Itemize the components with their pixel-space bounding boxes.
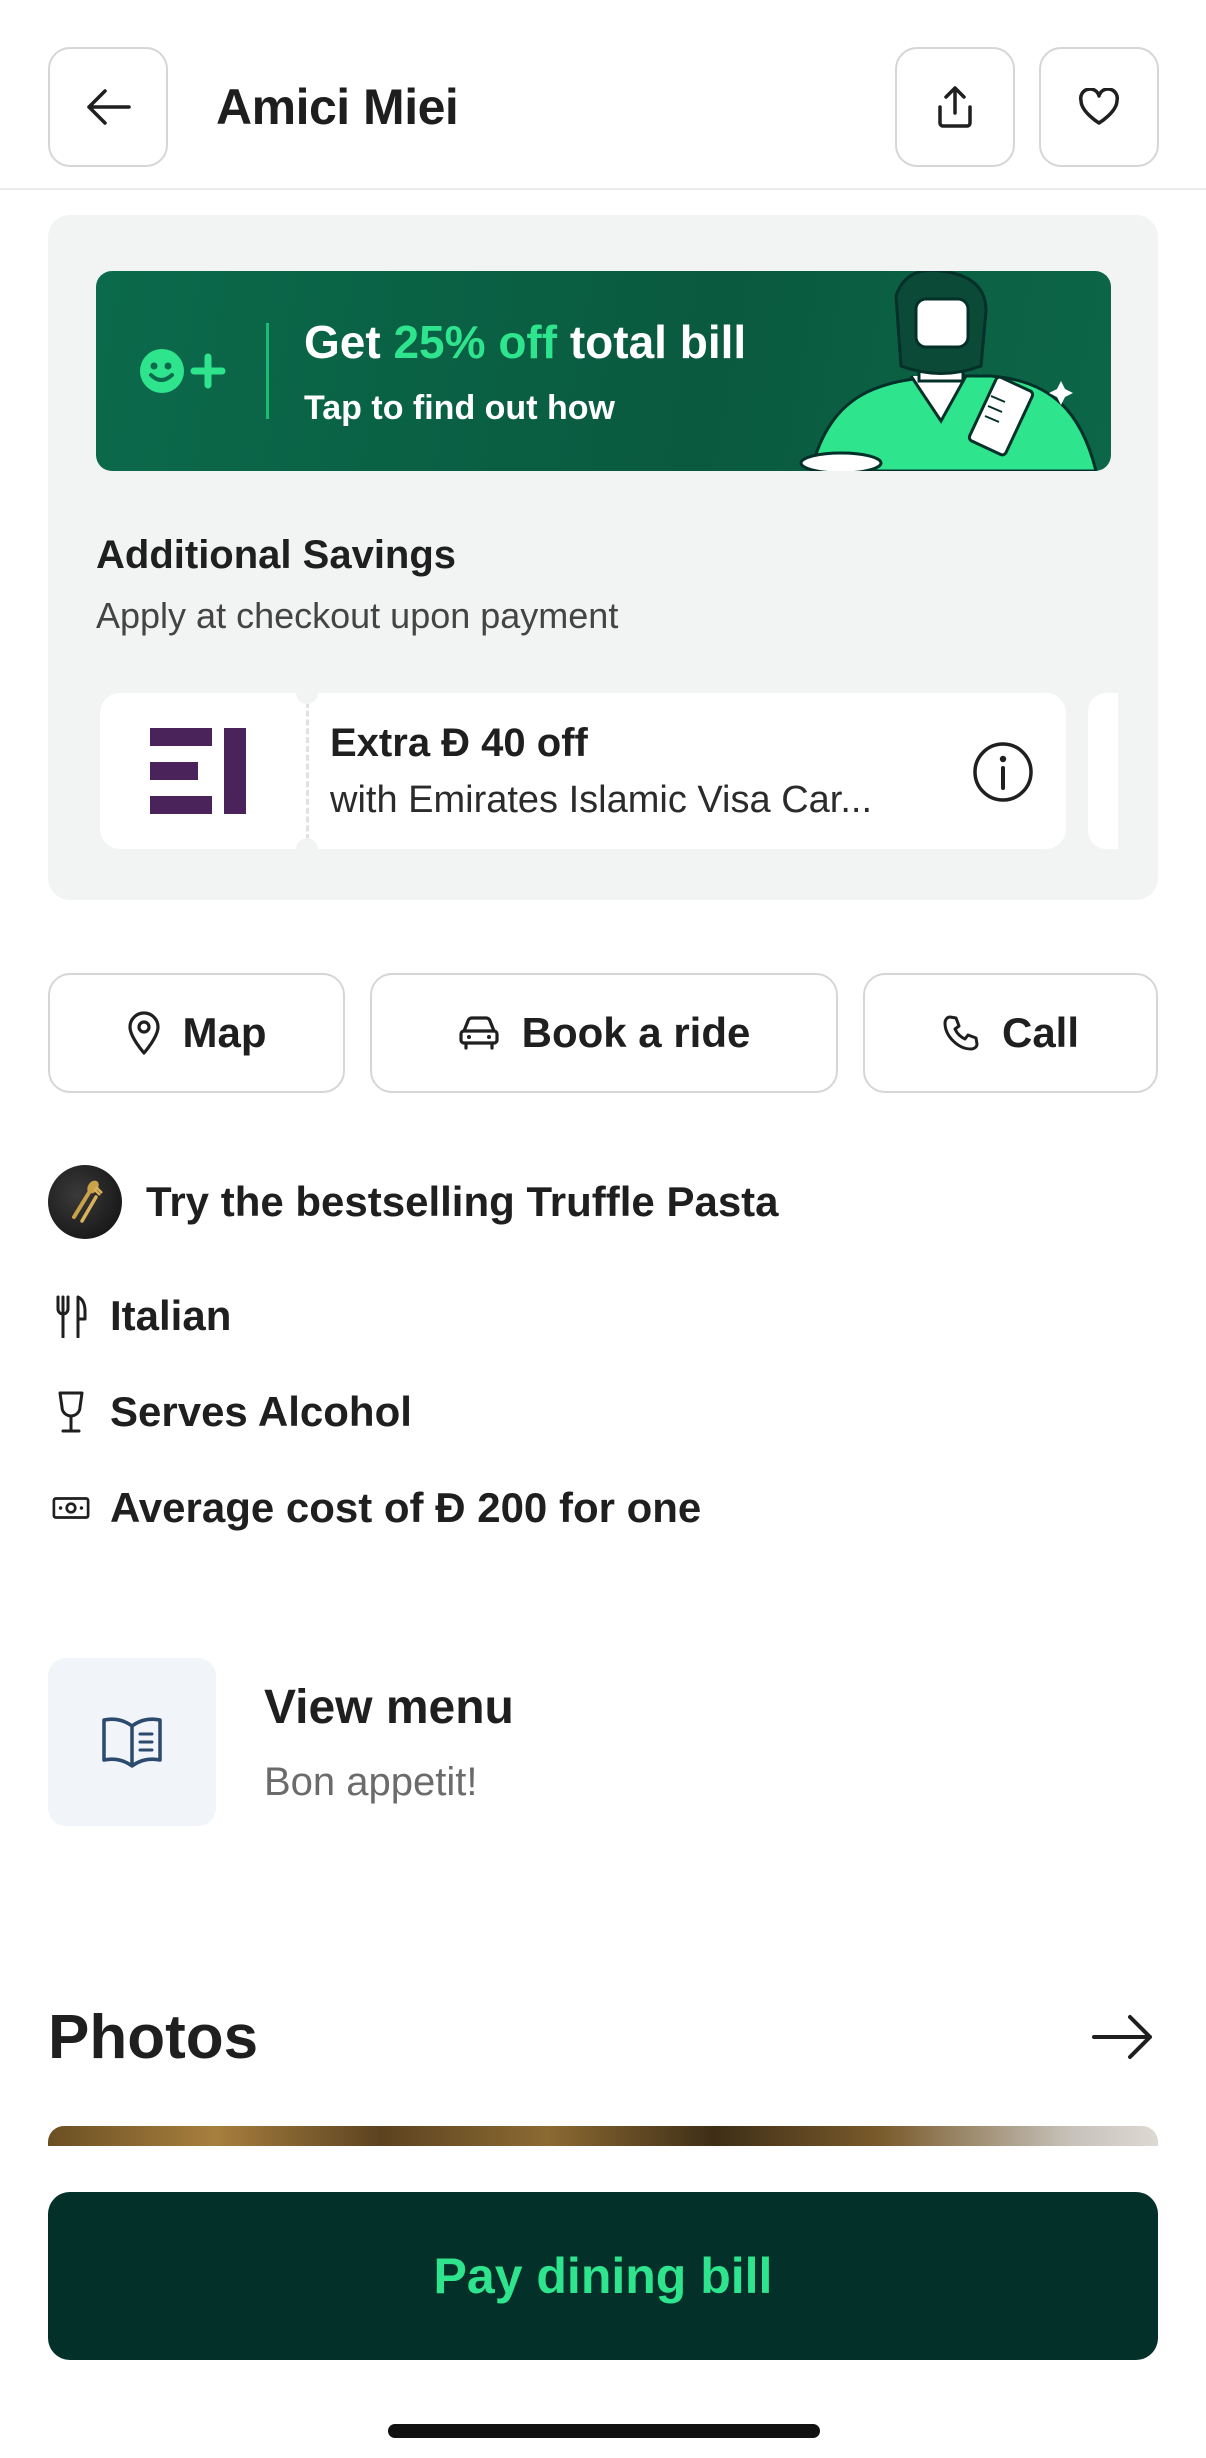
- share-icon: [938, 86, 972, 128]
- cuisine-row: Italian: [52, 1286, 231, 1346]
- pay-dining-bill-button[interactable]: Pay dining bill: [48, 2192, 1158, 2360]
- favorite-button[interactable]: [1039, 47, 1159, 167]
- coupon-divider: [306, 693, 309, 849]
- promo-title: Get 25% off total bill: [304, 315, 746, 369]
- next-coupon-peek[interactable]: [1088, 693, 1118, 849]
- coupon-notch: [296, 693, 318, 704]
- bestseller-row: Try the bestselling Truffle Pasta: [48, 1165, 779, 1239]
- promo-title-highlight: 25% off: [393, 316, 558, 368]
- coupon-subtitle: with Emirates Islamic Visa Car...: [330, 779, 873, 821]
- arrow-right-icon[interactable]: [1090, 2012, 1156, 2062]
- book-ride-button[interactable]: Book a ride: [370, 973, 838, 1093]
- menu-book-icon: [102, 1717, 162, 1768]
- photo-thumbnail[interactable]: [48, 2126, 1158, 2146]
- cash-icon: [52, 1484, 90, 1532]
- book-ride-button-label: Book a ride: [521, 1009, 751, 1056]
- home-indicator[interactable]: [388, 2424, 820, 2438]
- header: Amici Miei: [0, 0, 1206, 190]
- wine-glass-icon: [52, 1388, 90, 1436]
- promo-title-prefix: Get: [304, 316, 394, 368]
- info-icon[interactable]: [972, 741, 1034, 803]
- car-icon: [459, 1016, 499, 1050]
- map-button-label: Map: [182, 1009, 267, 1056]
- careem-plus-icon: [140, 349, 226, 393]
- photos-title: Photos: [48, 2003, 259, 2072]
- savings-title: Additional Savings: [96, 533, 457, 577]
- coupon-title: Extra Ð 40 off: [330, 721, 588, 765]
- offers-card: Get 25% off total bill Tap to find out h…: [48, 215, 1158, 900]
- bestseller-text: Try the bestselling Truffle Pasta: [146, 1178, 779, 1225]
- view-menu-subtitle: Bon appetit!: [264, 1760, 478, 1804]
- call-button-label: Call: [1001, 1009, 1080, 1056]
- menu-tile[interactable]: [48, 1658, 216, 1826]
- back-button[interactable]: [48, 47, 168, 167]
- location-pin-icon: [127, 1011, 160, 1055]
- promo-banner[interactable]: Get 25% off total bill Tap to find out h…: [96, 271, 1111, 471]
- share-button[interactable]: [895, 47, 1015, 167]
- fork-knife-icon: [52, 1292, 90, 1340]
- alcohol-row: Serves Alcohol: [52, 1382, 412, 1442]
- promo-subtitle: Tap to find out how: [304, 389, 615, 427]
- savings-subtitle: Apply at checkout upon payment: [96, 595, 619, 636]
- promo-divider: [266, 323, 269, 419]
- cost-row: Average cost of Ð 200 for one: [52, 1478, 701, 1538]
- alcohol-label: Serves Alcohol: [110, 1388, 412, 1435]
- arrow-left-icon: [87, 89, 131, 125]
- heart-icon: [1078, 88, 1120, 125]
- cuisine-label: Italian: [110, 1292, 232, 1339]
- promo-illustration: [799, 271, 1098, 471]
- promo-title-suffix: total bill: [557, 316, 747, 368]
- cutlery-avatar-icon: [48, 1165, 122, 1239]
- coupon-card[interactable]: Extra Ð 40 off with Emirates Islamic Vis…: [100, 693, 1066, 849]
- map-button[interactable]: Map: [48, 973, 345, 1093]
- view-menu-title[interactable]: View menu: [264, 1680, 514, 1735]
- coupon-notch: [296, 838, 318, 849]
- emirates-islamic-logo-icon: [150, 728, 246, 814]
- phone-icon: [943, 1015, 979, 1051]
- call-button[interactable]: Call: [863, 973, 1158, 1093]
- page-title: Amici Miei: [216, 79, 459, 135]
- cost-label: Average cost of Ð 200 for one: [110, 1484, 702, 1531]
